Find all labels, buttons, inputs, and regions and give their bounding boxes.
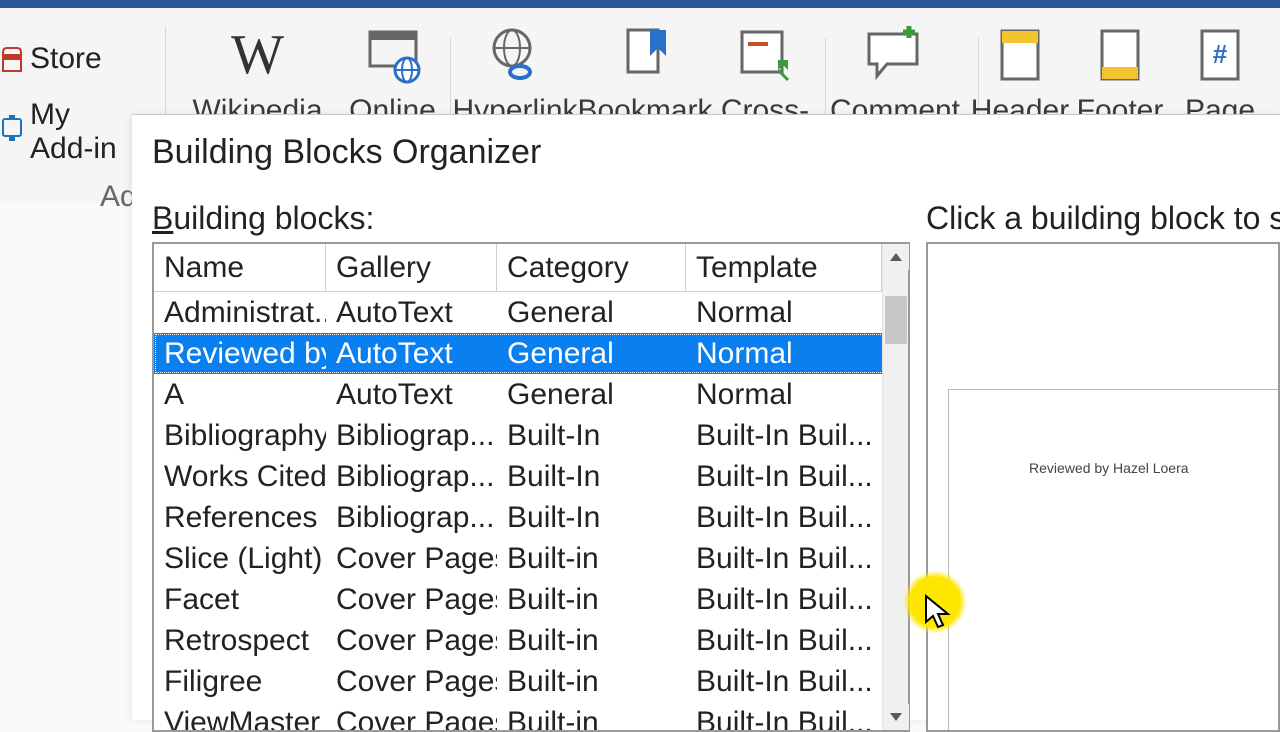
table-row[interactable]: ViewMasterCover PagesBuilt-inBuilt-In Bu…: [154, 702, 908, 730]
online-video-icon: [358, 20, 428, 90]
cell: Normal: [686, 292, 882, 333]
hyperlink-icon: [480, 20, 550, 90]
cell: Retrospect: [154, 620, 326, 661]
addins-group: Store My Add-in: [0, 38, 135, 184]
list-header: Name Gallery Category Template: [154, 244, 908, 292]
cell: Built-in: [497, 538, 686, 579]
cell: Built-In Buil...: [686, 661, 882, 702]
cell: Cover Pages: [326, 661, 497, 702]
cell: Cover Pages: [326, 702, 497, 730]
footer-icon: [1085, 20, 1155, 90]
scroll-up-button[interactable]: [883, 244, 909, 270]
cell: Built-In: [497, 415, 686, 456]
col-header-template[interactable]: Template: [686, 244, 882, 292]
cell: Built-In Buil...: [686, 538, 882, 579]
cell: Built-In Buil...: [686, 579, 882, 620]
cell: Bibliograp...: [326, 456, 497, 497]
preview-pane: Reviewed by Hazel Loera: [926, 242, 1280, 732]
svg-text:#: #: [1213, 39, 1228, 69]
store-button[interactable]: Store: [0, 38, 135, 94]
store-icon: [0, 45, 24, 73]
table-row[interactable]: Reviewed byAutoTextGeneralNormal: [154, 333, 908, 374]
cross-reference-icon: [730, 20, 800, 90]
header-button[interactable]: Header: [970, 20, 1070, 128]
table-row[interactable]: FiligreeCover PagesBuilt-inBuilt-In Buil…: [154, 661, 908, 702]
page-number-button[interactable]: # Page: [1170, 20, 1270, 128]
bookmark-button[interactable]: Bookmark: [580, 20, 710, 128]
cell: Cover Pages: [326, 620, 497, 661]
cell: Built-In: [497, 497, 686, 538]
page-number-icon: #: [1185, 20, 1255, 90]
cell: Cover Pages: [326, 579, 497, 620]
cell: Bibliograp...: [326, 415, 497, 456]
scroll-thumb[interactable]: [885, 296, 907, 344]
cell: General: [497, 333, 686, 374]
table-row[interactable]: Slice (Light)Cover PagesBuilt-inBuilt-In…: [154, 538, 908, 579]
my-addins-button[interactable]: My Add-in: [0, 94, 135, 184]
preview-hint-label: Click a building block to see its: [926, 200, 1280, 237]
cell: Built-In: [497, 456, 686, 497]
my-addins-label: My Add-in: [30, 98, 135, 166]
cell: Built-In Buil...: [686, 620, 882, 661]
cell: General: [497, 292, 686, 333]
table-row[interactable]: FacetCover PagesBuilt-inBuilt-In Buil...: [154, 579, 908, 620]
col-header-name[interactable]: Name: [154, 244, 326, 292]
cell: Filigree: [154, 661, 326, 702]
cross-reference-button[interactable]: Cross-: [710, 20, 820, 128]
cell: Built-In Buil...: [686, 415, 882, 456]
cell: Normal: [686, 374, 882, 415]
list-scrollbar[interactable]: [882, 244, 908, 730]
store-label: Store: [30, 42, 102, 76]
cell: Works Cited: [154, 456, 326, 497]
table-row[interactable]: ReferencesBibliograp...Built-InBuilt-In …: [154, 497, 908, 538]
cell: Built-In Buil...: [686, 497, 882, 538]
col-header-gallery[interactable]: Gallery: [326, 244, 497, 292]
wikipedia-button[interactable]: W Wikipedia: [180, 20, 335, 128]
preview-page: Reviewed by Hazel Loera: [948, 389, 1280, 732]
addins-icon: [0, 114, 24, 150]
cell: Cover Pages: [326, 538, 497, 579]
cell: Built-in: [497, 620, 686, 661]
cell: Bibliograp...: [326, 497, 497, 538]
online-video-button[interactable]: Online: [335, 20, 450, 128]
cell: Normal: [686, 333, 882, 374]
cell: General: [497, 374, 686, 415]
cell: Built-in: [497, 579, 686, 620]
comment-button[interactable]: Comment: [820, 20, 970, 128]
table-row[interactable]: BibliographyBibliograp...Built-InBuilt-I…: [154, 415, 908, 456]
hyperlink-button[interactable]: Hyperlink: [450, 20, 580, 128]
cell: Built-in: [497, 661, 686, 702]
table-row[interactable]: AAutoTextGeneralNormal: [154, 374, 908, 415]
comment-icon: [860, 20, 930, 90]
col-header-category[interactable]: Category: [497, 244, 686, 292]
title-bar-strip: [0, 0, 1280, 8]
cell: Built-in: [497, 702, 686, 730]
cell: Administrat...: [154, 292, 326, 333]
footer-button[interactable]: Footer: [1070, 20, 1170, 128]
cell: ViewMaster: [154, 702, 326, 730]
cell: Reviewed by: [154, 333, 326, 374]
building-blocks-organizer-dialog: Building Blocks Organizer Building block…: [132, 114, 1280, 720]
cell: AutoText: [326, 374, 497, 415]
scroll-down-button[interactable]: [883, 704, 909, 730]
dialog-title: Building Blocks Organizer: [132, 115, 1280, 200]
cell: Slice (Light): [154, 538, 326, 579]
cell: Built-In Buil...: [686, 702, 882, 730]
header-icon: [985, 20, 1055, 90]
table-row[interactable]: Works CitedBibliograp...Built-InBuilt-In…: [154, 456, 908, 497]
cell: A: [154, 374, 326, 415]
wikipedia-icon: W: [223, 20, 293, 90]
bookmark-icon: [610, 20, 680, 90]
cell: Built-In Buil...: [686, 456, 882, 497]
cell: AutoText: [326, 333, 497, 374]
preview-text: Reviewed by Hazel Loera: [1029, 460, 1189, 476]
table-row[interactable]: Administrat...AutoTextGeneralNormal: [154, 292, 908, 333]
cell: References: [154, 497, 326, 538]
cell: Bibliography: [154, 415, 326, 456]
cell: AutoText: [326, 292, 497, 333]
building-blocks-list[interactable]: Name Gallery Category Template Administr…: [152, 242, 910, 732]
table-row[interactable]: RetrospectCover PagesBuilt-inBuilt-In Bu…: [154, 620, 908, 661]
cell: Facet: [154, 579, 326, 620]
